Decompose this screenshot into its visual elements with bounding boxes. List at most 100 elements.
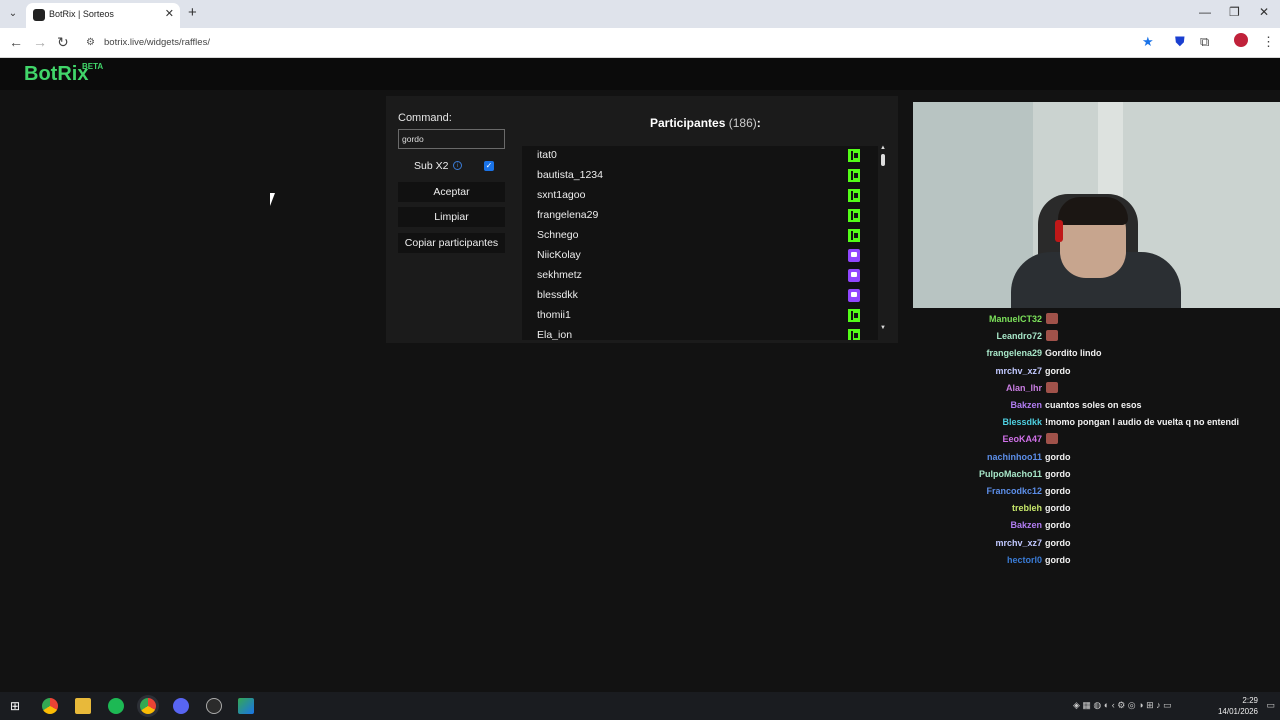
chat-message: gordo [1045,451,1071,462]
kick-platform-icon [848,149,860,162]
kick-platform-icon [848,229,860,242]
notifications-icon[interactable]: ▭ [1266,700,1275,711]
participants-title: Participantes [650,116,726,130]
address-bar: ← → ↻ ⚙ botrix.live/widgets/raffles/ ★ ⛊… [0,28,1280,58]
participants-heading: Participantes (186): [650,116,761,130]
sub-x2-label: Sub X2 [414,160,449,172]
chat-username: Leandro72 [996,331,1042,342]
obs-icon[interactable] [206,698,222,714]
participants-count: (186) [728,116,757,130]
participant-name: Ela_ion [537,329,573,340]
chat-username: mrchv_xz7 [995,365,1042,376]
chat-message: gordo [1045,365,1071,376]
chat-username: trebleh [1011,503,1042,514]
spotify-icon[interactable] [108,698,124,714]
app-header: BotRix BETA [0,58,1280,90]
copy-participants-button[interactable]: Copiar participantes [398,233,505,253]
app-icon[interactable] [238,698,254,714]
chat-message: gordo [1045,468,1071,479]
chrome-active-icon[interactable] [140,698,156,714]
extension-shield-icon[interactable]: ⛊ [1175,34,1185,50]
chat-username: Alan_lhr [1005,382,1042,393]
participant-row: sekhmetz [522,266,862,286]
profile-avatar[interactable] [1234,33,1248,47]
participant-row: NiicKolay [522,246,862,266]
participant-name: sxnt1agoo [537,189,586,201]
chat-emote-icon [1046,433,1058,445]
sub-x2-checkbox[interactable]: ✓ [484,161,494,171]
participants-list[interactable]: itat0 bautista_1234 sxnt1agoo frangelena29 S… [522,146,878,340]
clear-button[interactable]: Limpiar [398,207,505,227]
twitch-platform-icon [848,249,860,262]
extensions-icon[interactable]: ⧉ [1200,34,1209,50]
raffle-panel: Command: Sub X2 i ✓ Aceptar Limpiar Copi… [386,96,898,343]
site-favicon-icon [33,9,45,21]
chat-message: cuantos soles on esos [1045,400,1142,410]
participant-row: frangelena29 [522,206,862,226]
chat-username: ManuelCT32 [988,314,1042,324]
chat-message: gordo [1045,520,1071,531]
participant-name: frangelena29 [537,209,599,221]
webcam-headset [1055,220,1063,242]
command-input[interactable] [398,129,505,149]
participant-name: thomii1 [537,309,571,321]
participant-row: Schnego [522,226,862,246]
participant-name: blessdkk [537,289,578,301]
browser-tab[interactable]: BotRix | Sorteos ✕ [26,3,180,28]
kick-platform-icon [848,329,860,340]
kick-platform-icon [848,209,860,222]
chat-username: PulpoMacho11 [978,468,1042,479]
chat-message: Gordito lindo [1045,348,1102,359]
participant-name: itat0 [537,149,557,161]
close-window-icon[interactable]: ✕ [1259,5,1269,19]
participant-row: bautista_1234 [522,166,862,186]
chat-emote-icon [1046,381,1058,393]
reload-icon[interactable]: ↻ [57,34,69,51]
chat-username: Francodkc12 [986,486,1042,496]
system-clock[interactable]: 2:29 14/01/2026 [1218,695,1258,717]
menu-more-icon[interactable]: ⋮ [1262,34,1275,50]
file-explorer-icon[interactable] [75,698,91,714]
info-icon[interactable]: i [453,161,462,170]
discord-icon[interactable] [173,698,189,714]
new-tab-icon[interactable]: + [188,4,197,21]
close-tab-icon[interactable]: ✕ [165,7,174,20]
kick-platform-icon [848,169,860,182]
scroll-down-arrow-icon[interactable]: ▼ [880,325,886,331]
kick-platform-icon [848,309,860,322]
participant-row: blessdkk [522,286,862,306]
webcam-overlay [913,102,1280,308]
chat-username: Blessdkk [1002,417,1042,428]
chat-message: gordo [1045,554,1071,565]
scrollbar-thumb[interactable] [881,154,885,166]
chat-message: gordo [1045,537,1071,548]
tab-search-icon[interactable]: ⌄ [6,7,20,21]
participant-row: Ela_ion [522,326,862,340]
chat-message: !momo pongan l audio de vuelta q no ente… [1045,417,1240,428]
site-settings-icon[interactable]: ⚙ [86,37,98,49]
tray-icons[interactable]: ◈ ▦ ◍ ◐ ‹ ⚙ ◎ ◑ ⊞ ♪ ▭ [1073,700,1172,711]
accept-button[interactable]: Aceptar [398,182,505,202]
participant-name: NiicKolay [537,249,581,261]
participants-colon: : [756,116,761,130]
url-field[interactable]: botrix.live/widgets/raffles/ [104,37,210,48]
participant-row: sxnt1agoo [522,186,862,206]
back-icon[interactable]: ← [9,34,23,50]
minimize-icon[interactable]: — [1199,5,1211,19]
scroll-up-arrow-icon[interactable]: ▲ [880,145,886,151]
windows-start-icon[interactable]: ⊞ [10,699,20,713]
chat-username: Bakzen [1010,520,1042,531]
participant-row: itat0 [522,146,862,166]
participant-name: bautista_1234 [537,169,603,181]
page-content: BotRix BETA Command: Sub X2 i ✓ Aceptar … [0,58,1280,692]
restore-icon[interactable]: ❐ [1229,5,1240,19]
botrix-logo[interactable]: BotRix [24,63,88,86]
twitch-platform-icon [848,289,860,302]
chat-emote-icon [1046,313,1058,324]
command-label: Command: [398,112,452,124]
forward-icon[interactable]: → [33,34,47,50]
participant-name: Schnego [537,229,579,241]
bookmark-star-icon[interactable]: ★ [1142,34,1154,50]
chrome-icon[interactable] [42,698,58,714]
webcam-person-hair [1058,197,1128,225]
